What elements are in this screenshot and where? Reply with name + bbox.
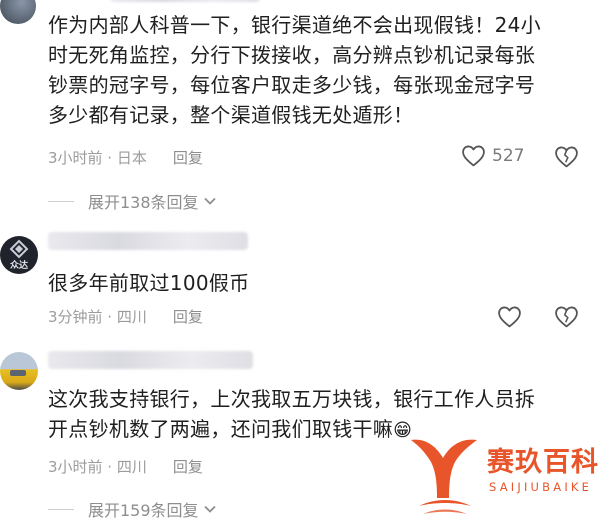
watermark: 赛玖百科 SAIJIUBAIKE	[405, 428, 600, 519]
comment-text: 作为内部人科普一下，银行渠道绝不会出现假钱！24小 时无死角监控，分行下拨接收，…	[48, 10, 570, 130]
comment-line: 时无死角监控，分行下拨接收，高分辨点钞机记录每张	[48, 43, 536, 67]
time-location: 3小时前 · 日本	[48, 149, 147, 167]
reply-button[interactable]: 回复	[173, 306, 203, 327]
like-count: 527	[492, 145, 525, 166]
avatar-text: 众达	[9, 261, 28, 271]
username-blurred[interactable]	[48, 351, 253, 369]
expand-replies[interactable]: 展开159条回复	[48, 497, 217, 521]
comment-line: 多少都有记录，整个渠道假钱无处遁形！	[48, 103, 414, 127]
divider-line	[48, 200, 74, 202]
expand-replies[interactable]: 展开138条回复	[48, 189, 217, 213]
avatar[interactable]	[0, 0, 36, 24]
comment-line-text: 开点钞机数了两遍，还问我们取钱干嘛	[48, 417, 394, 441]
comment-text: 很多年前取过100假币	[48, 268, 570, 298]
comment-line: 钞票的冠字号，每位客户取走多少钱，每张现金冠字号	[48, 73, 536, 97]
watermark-subtitle: SAIJIUBAIKE	[489, 480, 593, 494]
time-location: 3分钟前 · 四川	[48, 308, 147, 326]
like-button[interactable]: 527	[461, 144, 524, 167]
divider-line	[48, 508, 74, 510]
car-window	[10, 370, 26, 376]
chevron-down-icon	[203, 505, 216, 513]
reply-button[interactable]: 回复	[173, 456, 203, 477]
broken-heart-outline-icon[interactable]	[554, 305, 579, 328]
expand-replies-label: 展开159条回复	[88, 501, 199, 520]
username-blurred[interactable]	[110, 0, 260, 2]
whale-tail-logo-icon	[411, 439, 477, 514]
chevron-down-icon	[203, 197, 216, 205]
reply-button[interactable]: 回复	[173, 147, 203, 168]
broken-heart-outline-icon[interactable]	[554, 145, 579, 168]
avatar[interactable]: 众达	[0, 236, 38, 274]
comment-meta: 3分钟前 · 四川 回复	[48, 306, 203, 327]
heart-outline-icon	[462, 145, 485, 167]
avatar[interactable]	[0, 352, 38, 390]
comment-line: 这次我支持银行，上次我取五万块钱，银行工作人员拆	[48, 387, 536, 411]
username-blurred[interactable]	[48, 232, 248, 250]
comment-line: 作为内部人科普一下，银行渠道绝不会出现假钱！24小	[48, 13, 541, 37]
comment-meta: 3小时前 · 日本 回复	[48, 147, 203, 168]
comment-line: 很多年前取过100假币	[48, 271, 250, 295]
expand-replies-label: 展开138条回复	[88, 193, 199, 212]
heart-outline-icon[interactable]	[497, 305, 522, 328]
comment-meta: 3小时前 · 四川 回复	[48, 456, 203, 477]
watermark-title: 赛玖百科	[487, 447, 599, 478]
time-location: 3小时前 · 四川	[48, 458, 147, 476]
